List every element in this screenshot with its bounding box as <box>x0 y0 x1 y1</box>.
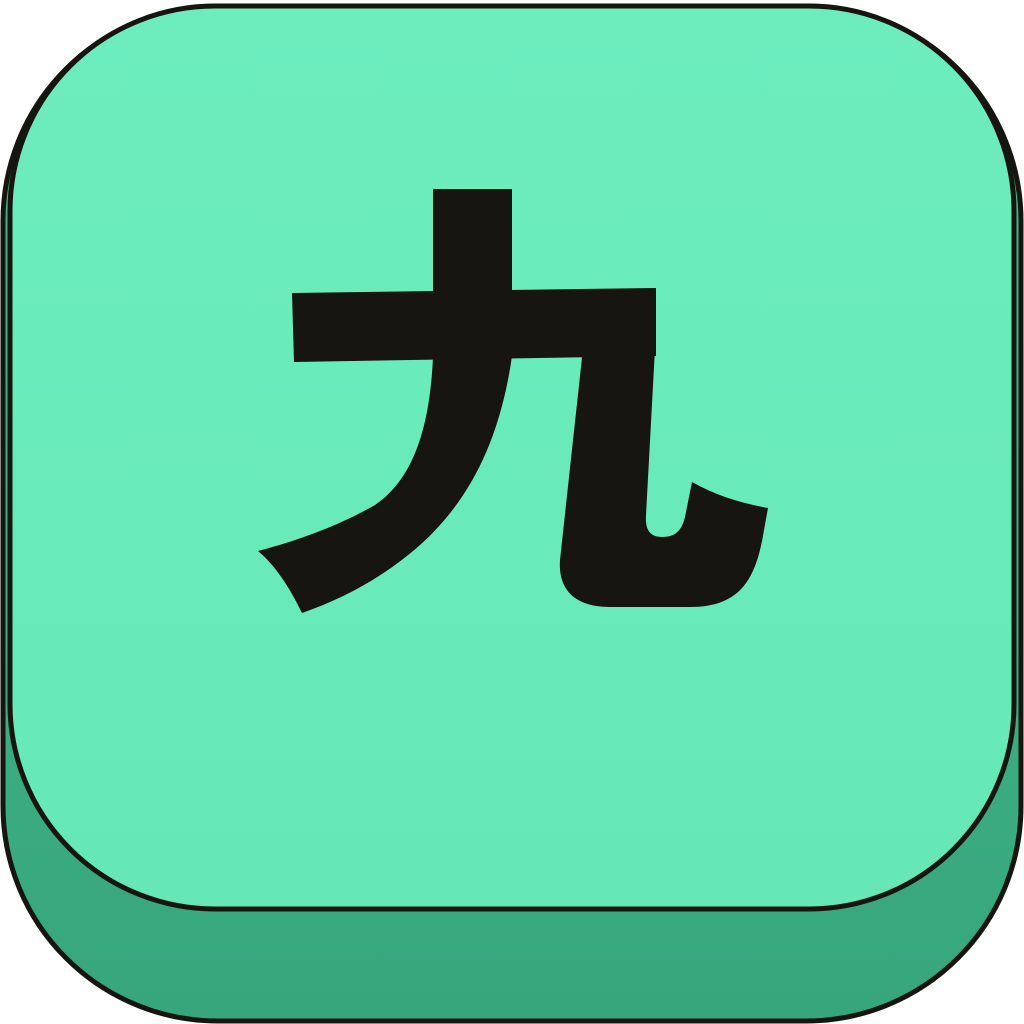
app-icon-tile[interactable] <box>0 0 1024 1024</box>
tile-face <box>7 3 1017 912</box>
app-icon-graphic <box>0 3 1024 1024</box>
